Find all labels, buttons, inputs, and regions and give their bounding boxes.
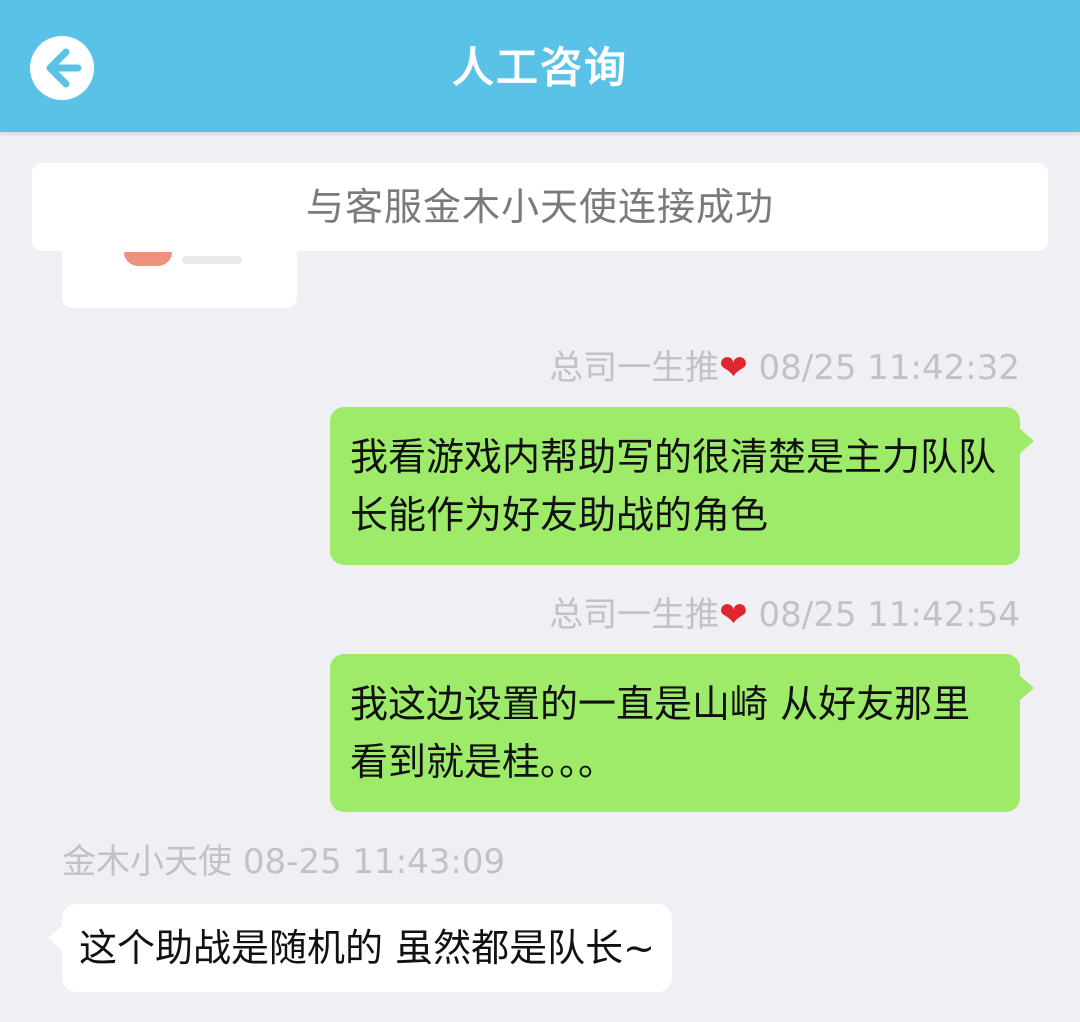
- message-meta: 总司一生推❤ 08/25 11:42:54: [549, 593, 1020, 637]
- message-text: 我看游戏内帮助写的很清楚是主力队队长能作为好友助战的角色: [350, 435, 997, 537]
- message-time: 08/25 11:42:32: [758, 348, 1021, 388]
- sender-name: 总司一生推: [549, 595, 720, 635]
- message-text: 这个助战是随机的 虽然都是队长~: [79, 926, 655, 970]
- heart-icon: ❤: [719, 348, 748, 388]
- message-time: 08-25 11:43:09: [242, 842, 506, 882]
- system-connected-banner: 与客服金木小天使连接成功: [32, 163, 1048, 251]
- heart-icon: ❤: [719, 595, 748, 635]
- sender-name: 金木小天使: [62, 842, 232, 882]
- sender-name: 总司一生推: [549, 348, 720, 388]
- image-fragment: [124, 252, 172, 266]
- my-message-bubble[interactable]: 我看游戏内帮助写的很清楚是主力队队长能作为好友助战的角色: [330, 407, 1034, 565]
- page-title: 人工咨询: [451, 43, 628, 92]
- previous-image-message[interactable]: [62, 250, 297, 308]
- image-fragment: [182, 256, 242, 264]
- top-bar: 人工咨询: [0, 0, 1080, 132]
- my-message-bubble[interactable]: 我这边设置的一直是山崎 从好友那里看到就是桂。。。: [330, 654, 1034, 812]
- message-text: 我这边设置的一直是山崎 从好友那里看到就是桂。。。: [350, 682, 971, 784]
- message-time: 08/25 11:42:54: [758, 595, 1021, 635]
- agent-message-bubble[interactable]: 这个助战是随机的 虽然都是队长~: [48, 904, 672, 992]
- message-meta: 总司一生推❤ 08/25 11:42:32: [549, 346, 1020, 390]
- chat-area[interactable]: 与客服金木小天使连接成功 总司一生推❤ 08/25 11:42:32 我看游戏内…: [0, 132, 1080, 1022]
- message-meta: 金木小天使 08-25 11:43:09: [62, 840, 505, 884]
